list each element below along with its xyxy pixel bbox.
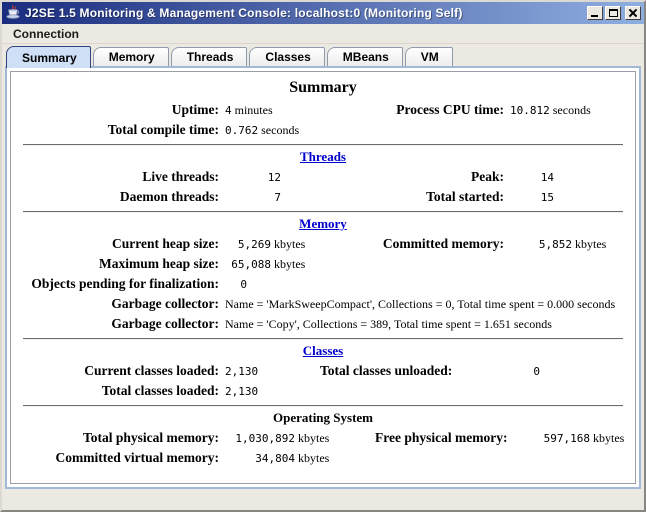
total-compile-time-unit: seconds [261, 123, 299, 137]
table-row: Daemon threads: 7 Total started: 15 [17, 187, 629, 207]
table-row: Current classes loaded: 2,130 Total clas… [17, 361, 629, 381]
total-classes-unloaded-value: 0 [455, 365, 540, 378]
window-controls [587, 6, 641, 20]
window-bottom-filler [2, 489, 644, 510]
section-separator [23, 144, 623, 146]
table-row: Live threads: 12 Peak: 14 [17, 167, 629, 187]
total-compile-time-label: Total compile time: [17, 120, 222, 140]
summary-table: Uptime: 4 minutes Process CPU time: 10.8… [17, 100, 629, 140]
tab-bar: Summary Memory Threads Classes MBeans VM [2, 44, 644, 66]
memory-table: Current heap size: 5,269 kbytes Committe… [17, 234, 629, 334]
total-physical-memory-unit: kbytes [298, 431, 329, 445]
operating-system-section-header: Operating System [17, 410, 629, 426]
java-coffee-cup-icon [5, 5, 21, 21]
total-physical-memory-label: Total physical memory: [17, 428, 222, 448]
maximum-heap-size-label: Maximum heap size: [17, 254, 222, 274]
current-heap-size-label: Current heap size: [17, 234, 222, 254]
maximize-button[interactable] [605, 6, 621, 20]
classes-table: Current classes loaded: 2,130 Total clas… [17, 361, 629, 401]
uptime-value: 4 [225, 104, 232, 117]
total-physical-memory-value: 1,030,892 [225, 432, 295, 445]
maximize-icon [609, 9, 618, 17]
menu-connection[interactable]: Connection [8, 26, 84, 42]
garbage-collector-label: Garbage collector: [17, 314, 222, 334]
tab-vm[interactable]: VM [405, 47, 453, 66]
table-row: Objects pending for finalization: 0 [17, 274, 629, 294]
garbage-collector-2-value: Name = 'Copy', Collections = 389, Total … [225, 317, 552, 331]
committed-virtual-memory-label: Committed virtual memory: [17, 448, 222, 468]
classes-section-link[interactable]: Classes [17, 343, 629, 359]
current-classes-loaded-value: 2,130 [225, 365, 258, 378]
process-cpu-time-label: Process CPU time: [372, 100, 507, 120]
summary-section-header: Summary [17, 79, 629, 97]
current-heap-size-unit: kbytes [274, 237, 305, 251]
committed-memory-value: 5,852 [510, 238, 572, 251]
table-row: Total classes loaded: 2,130 [17, 381, 629, 401]
table-row: Garbage collector: Name = 'MarkSweepComp… [17, 294, 629, 314]
table-row: Uptime: 4 minutes Process CPU time: 10.8… [17, 100, 629, 120]
live-threads-label: Live threads: [17, 167, 222, 187]
table-row: Total compile time: 0.762 seconds [17, 120, 629, 140]
objects-pending-finalization-value: 0 [225, 278, 247, 291]
peak-value: 14 [510, 171, 554, 184]
committed-memory-unit: kbytes [575, 237, 606, 251]
tab-classes[interactable]: Classes [249, 47, 324, 66]
table-row: Garbage collector: Name = 'Copy', Collec… [17, 314, 629, 334]
total-started-value: 15 [510, 191, 554, 204]
daemon-threads-value: 7 [225, 191, 281, 204]
free-physical-memory-value: 597,168 [510, 432, 590, 445]
maximum-heap-size-value: 65,088 [225, 258, 271, 271]
table-row: Maximum heap size: 65,088 kbytes [17, 254, 629, 274]
table-row: Committed virtual memory: 34,804 kbytes [17, 448, 629, 468]
live-threads-value: 12 [225, 171, 281, 184]
total-classes-loaded-value: 2,130 [225, 385, 258, 398]
menubar: Connection [2, 24, 644, 44]
table-row: Current heap size: 5,269 kbytes Committe… [17, 234, 629, 254]
total-classes-loaded-label: Total classes loaded: [17, 381, 222, 401]
total-compile-time-value: 0.762 [225, 124, 258, 137]
close-button[interactable] [625, 6, 641, 20]
uptime-unit: minutes [235, 103, 273, 117]
summary-panel: Summary Uptime: 4 minutes Process CPU ti… [10, 71, 636, 484]
garbage-collector-label: Garbage collector: [17, 294, 222, 314]
console-window: J2SE 1.5 Monitoring & Management Console… [0, 0, 646, 512]
tab-memory[interactable]: Memory [93, 47, 169, 66]
free-physical-memory-unit: kbytes [593, 431, 624, 445]
free-physical-memory-label: Free physical memory: [372, 428, 507, 448]
current-classes-loaded-label: Current classes loaded: [17, 361, 222, 381]
total-started-label: Total started: [372, 187, 507, 207]
process-cpu-time-value: 10.812 [510, 104, 550, 117]
section-separator [23, 211, 623, 213]
tab-mbeans[interactable]: MBeans [327, 47, 403, 66]
memory-section-link[interactable]: Memory [17, 216, 629, 232]
maximum-heap-size-unit: kbytes [274, 257, 305, 271]
table-row: Total physical memory: 1,030,892 kbytes … [17, 428, 629, 448]
threads-table: Live threads: 12 Peak: 14 Daemon threads… [17, 167, 629, 207]
tab-threads[interactable]: Threads [171, 47, 248, 66]
process-cpu-time-unit: seconds [553, 103, 591, 117]
current-heap-size-value: 5,269 [225, 238, 271, 251]
titlebar[interactable]: J2SE 1.5 Monitoring & Management Console… [2, 2, 644, 24]
committed-virtual-memory-unit: kbytes [298, 451, 329, 465]
minimize-button[interactable] [587, 6, 603, 20]
peak-label: Peak: [372, 167, 507, 187]
section-separator [23, 405, 623, 407]
window-title: J2SE 1.5 Monitoring & Management Console… [25, 6, 583, 20]
tab-content-pane: Summary Uptime: 4 minutes Process CPU ti… [5, 66, 641, 489]
tab-summary[interactable]: Summary [6, 46, 91, 68]
operating-system-table: Total physical memory: 1,030,892 kbytes … [17, 428, 629, 468]
garbage-collector-1-value: Name = 'MarkSweepCompact', Collections =… [225, 297, 615, 311]
threads-section-link[interactable]: Threads [17, 149, 629, 165]
uptime-label: Uptime: [17, 100, 222, 120]
objects-pending-finalization-label: Objects pending for finalization: [17, 274, 222, 294]
daemon-threads-label: Daemon threads: [17, 187, 222, 207]
committed-virtual-memory-value: 34,804 [225, 452, 295, 465]
section-separator [23, 338, 623, 340]
minimize-icon [591, 15, 598, 17]
total-classes-unloaded-label: Total classes unloaded: [317, 361, 452, 381]
committed-memory-label: Committed memory: [372, 234, 507, 254]
